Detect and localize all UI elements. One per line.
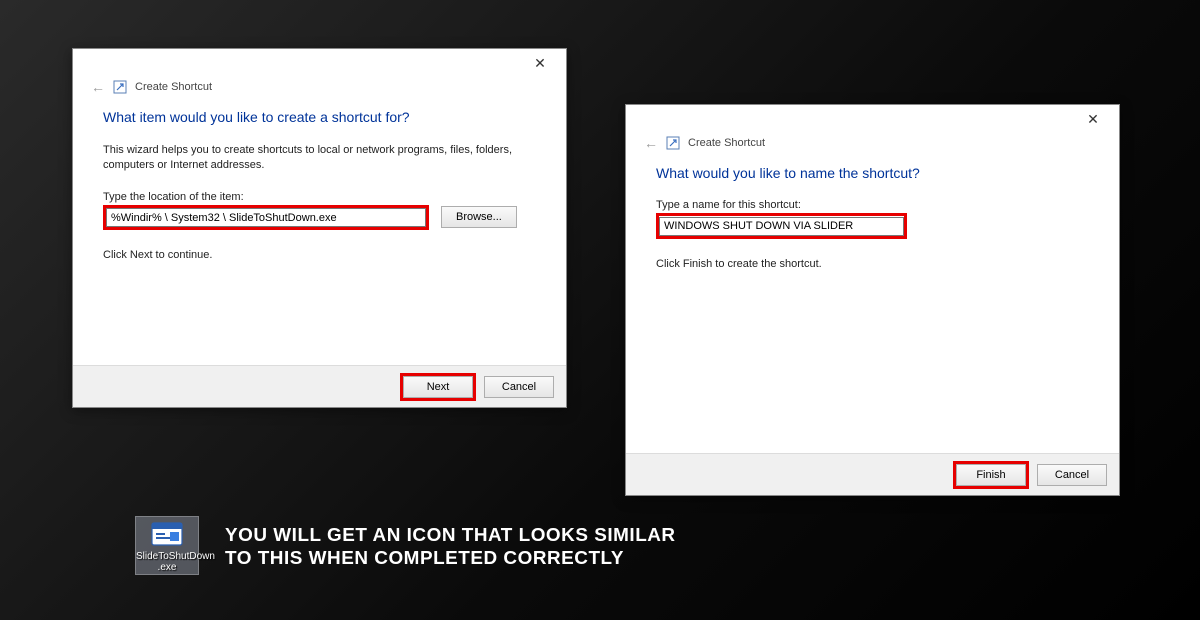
name-label: Type a name for this shortcut:: [656, 199, 1089, 211]
dialog-heading: What would you like to name the shortcut…: [656, 165, 1089, 181]
dialog-heading: What item would you like to create a sho…: [103, 109, 536, 125]
location-highlight: [103, 205, 429, 231]
titlebar: ✕: [73, 49, 566, 77]
finish-highlight: Finish: [953, 461, 1029, 489]
dialog-footer: Next Cancel: [73, 365, 566, 407]
shortcut-filename: SlideToShutDown.exe: [136, 552, 198, 573]
instruction-caption: You will get an icon that looks similar …: [225, 524, 676, 569]
dialog-footer: Finish Cancel: [626, 453, 1119, 495]
continue-hint: Click Next to continue.: [103, 248, 536, 263]
next-button[interactable]: Next: [403, 376, 473, 398]
next-highlight: Next: [400, 373, 476, 401]
finish-hint: Click Finish to create the shortcut.: [656, 257, 1089, 272]
finish-button[interactable]: Finish: [956, 464, 1026, 486]
breadcrumb: ← Create Shortcut: [73, 77, 566, 95]
name-highlight: [656, 213, 907, 239]
cancel-button[interactable]: Cancel: [484, 376, 554, 398]
help-text: This wizard helps you to create shortcut…: [103, 143, 536, 173]
breadcrumb-label: Create Shortcut: [135, 81, 212, 93]
name-input[interactable]: [659, 217, 904, 236]
create-shortcut-dialog-step1: ✕ ← Create Shortcut What item would you …: [72, 48, 567, 408]
dialog-content: What would you like to name the shortcut…: [626, 151, 1119, 453]
close-icon[interactable]: ✕: [520, 50, 560, 76]
desktop-shortcut-preview[interactable]: SlideToShutDown.exe: [135, 516, 199, 575]
location-label: Type the location of the item:: [103, 191, 536, 203]
browse-button[interactable]: Browse...: [441, 206, 517, 228]
breadcrumb: ← Create Shortcut: [626, 133, 1119, 151]
shortcut-arrow-icon: [113, 80, 127, 94]
shortcut-arrow-icon: [666, 136, 680, 150]
close-icon[interactable]: ✕: [1073, 106, 1113, 132]
create-shortcut-dialog-step2: ✕ ← Create Shortcut What would you like …: [625, 104, 1120, 496]
back-arrow-icon[interactable]: ←: [644, 135, 658, 151]
titlebar: ✕: [626, 105, 1119, 133]
dialog-content: What item would you like to create a sho…: [73, 95, 566, 365]
executable-icon: [149, 520, 185, 550]
cancel-button[interactable]: Cancel: [1037, 464, 1107, 486]
location-input[interactable]: [106, 208, 426, 227]
back-arrow-icon[interactable]: ←: [91, 79, 105, 95]
breadcrumb-label: Create Shortcut: [688, 137, 765, 149]
